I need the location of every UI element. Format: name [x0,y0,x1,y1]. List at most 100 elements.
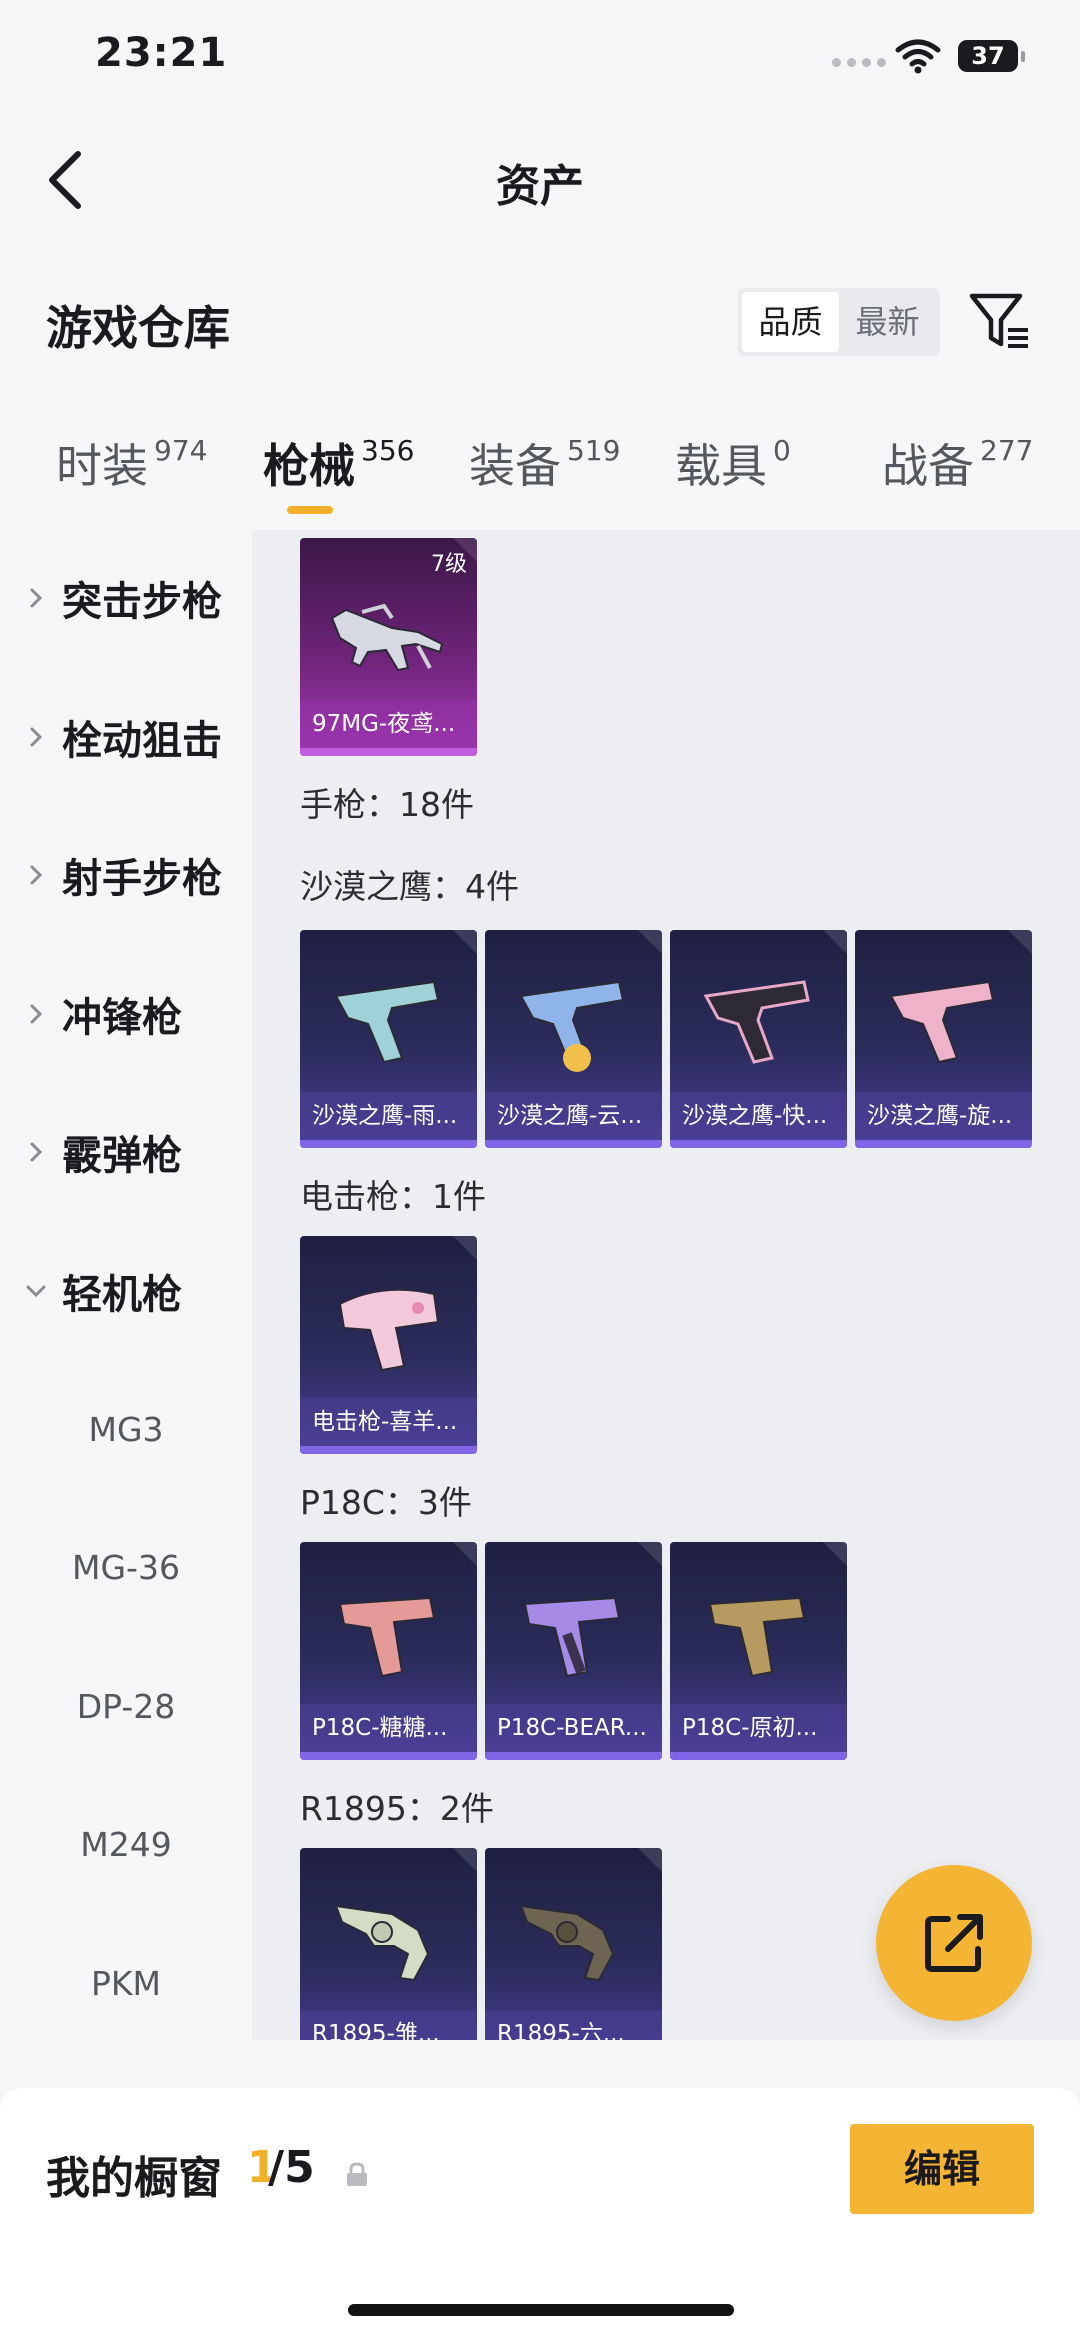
item-card-desert-eagle-3[interactable]: 沙漠之鹰-快... [670,930,847,1148]
item-card-r1895-1[interactable]: R1895-雏... [300,1848,477,2040]
category-tabs: 时装 974 枪械 356 装备 519 载具 0 战备 277 [0,430,1080,530]
sidebar-subitem-pkm[interactable]: PKM [0,1964,252,2003]
tab-weapons[interactable]: 枪械 356 [263,430,414,496]
card-corner [453,1542,477,1566]
chevron-down-icon [26,1285,46,1298]
tab-fashion[interactable]: 时装 974 [56,430,207,496]
rarity-bar [485,1752,662,1760]
rarity-bar [300,748,477,756]
active-tab-indicator [287,506,333,514]
battery-icon: 37 [958,40,1018,72]
chevron-right-icon [30,865,43,885]
share-external-icon [925,1914,983,1972]
group-label-desert-eagle: 沙漠之鹰：4件 [300,867,519,906]
showcase-bar: 我的橱窗 1 /5 编辑 [0,2088,1080,2339]
group-label-stun-gun: 电击枪：1件 [300,1177,486,1216]
item-name: 沙漠之鹰-雨... [300,1092,477,1140]
item-name: R1895-雏... [300,2010,477,2040]
card-corner [453,1848,477,1872]
group-label-r1895: R1895：2件 [300,1789,494,1828]
item-card-p18c-1[interactable]: P18C-糖糖... [300,1542,477,1760]
pistol-icon [708,1596,806,1678]
status-bar: 23:21 37 [0,0,1080,120]
sidebar-item-smg[interactable]: 冲锋枪 [24,979,182,1049]
pistol-icon [703,980,810,1064]
showcase-total-count: /5 [268,2142,315,2193]
tab-supplies[interactable]: 战备 277 [882,430,1033,496]
item-card-p18c-2[interactable]: P18C-BEAR... [485,1542,662,1760]
wifi-icon [895,39,941,74]
item-card-r1895-2[interactable]: R1895-六... [485,1848,662,2040]
home-indicator [348,2304,734,2316]
chevron-right-icon [30,588,43,608]
chevron-right-icon [30,727,43,747]
item-name: 沙漠之鹰-云... [485,1092,662,1140]
item-card-desert-eagle-4[interactable]: 沙漠之鹰-旋... [855,930,1032,1148]
lock-icon [347,2162,367,2186]
sidebar-subitem-dp28[interactable]: DP-28 [0,1687,252,1726]
rarity-bar [300,1752,477,1760]
item-name: P18C-原初... [670,1704,847,1752]
edit-button[interactable]: 编辑 [850,2124,1034,2214]
sidebar-subitem-m249[interactable]: M249 [0,1825,252,1864]
rarity-bar [485,1140,662,1148]
machine-gun-icon [330,603,444,672]
rarity-bar [300,1446,477,1454]
card-corner [823,930,847,954]
filter-icon[interactable] [968,290,1032,352]
sidebar-item-shotgun[interactable]: 霰弹枪 [24,1117,182,1187]
card-corner [638,1848,662,1872]
pistol-count-label: 手枪：18件 [300,785,474,824]
item-name: R1895-六... [485,2010,662,2040]
item-card-p18c-3[interactable]: P18C-原初... [670,1542,847,1760]
item-card-97mg[interactable]: 7级 97MG-夜鸢... [300,538,477,756]
chevron-right-icon [30,1004,43,1024]
pistol-icon [889,980,995,1064]
card-corner [1008,930,1032,954]
top-nav: 资产 [0,120,1080,240]
rarity-bar [300,1140,477,1148]
sidebar-item-bolt-sniper[interactable]: 栓动狙击 [24,702,222,772]
showcase-label: 我的橱窗 [46,2153,222,2204]
battery-tip [1021,51,1025,62]
rarity-bar [855,1140,1032,1148]
item-name: 沙漠之鹰-快... [670,1092,847,1140]
rarity-bar [670,1140,847,1148]
item-card-stun-gun-1[interactable]: 电击枪-喜羊... [300,1236,477,1454]
sort-toggle: 品质 最新 [738,288,940,356]
weapon-category-sidebar: 突击步枪 栓动狙击 射手步枪 冲锋枪 霰弹枪 轻机枪 MG3 MG-36 DP-… [0,530,252,2040]
item-name: P18C-糖糖... [300,1704,477,1752]
card-corner [638,1542,662,1566]
pistol-icon [519,980,625,1072]
item-name: 97MG-夜鸢... [300,700,477,748]
tab-vehicles[interactable]: 载具 0 [675,430,791,496]
card-corner [823,1542,847,1566]
sidebar-subitem-mg36[interactable]: MG-36 [0,1548,252,1587]
rarity-bar [670,1752,847,1760]
share-button[interactable] [876,1865,1032,2021]
cellular-signal-icon [832,58,886,67]
item-name: P18C-BEAR... [485,1704,662,1752]
sidebar-subitem-mg3[interactable]: MG3 [0,1410,252,1449]
card-corner [453,930,477,954]
sort-newest-button[interactable]: 最新 [839,292,936,352]
chevron-right-icon [30,1142,43,1162]
card-corner [638,930,662,954]
stun-gun-icon [338,1288,440,1372]
sidebar-item-assault-rifle[interactable]: 突击步枪 [24,563,222,633]
item-name: 沙漠之鹰-旋... [855,1092,1032,1140]
revolver-icon [519,1904,615,1982]
revolver-icon [334,1904,430,1982]
page-title: 资产 [496,161,584,212]
status-time: 23:21 [95,30,228,76]
sidebar-item-marksman-rifle[interactable]: 射手步枪 [24,840,222,910]
pistol-icon [334,980,440,1064]
warehouse-title: 游戏仓库 [46,301,230,355]
sidebar-item-lmg[interactable]: 轻机枪 [24,1256,182,1326]
tab-equipment[interactable]: 装备 519 [469,430,620,496]
pistol-icon [338,1596,436,1678]
item-card-desert-eagle-1[interactable]: 沙漠之鹰-雨... [300,930,477,1148]
sort-quality-button[interactable]: 品质 [742,292,839,352]
item-card-desert-eagle-2[interactable]: 沙漠之鹰-云... [485,930,662,1148]
item-grid: 7级 97MG-夜鸢... 手枪：18件 沙漠之鹰：4件 沙漠之鹰-雨... 沙… [252,530,1080,2040]
